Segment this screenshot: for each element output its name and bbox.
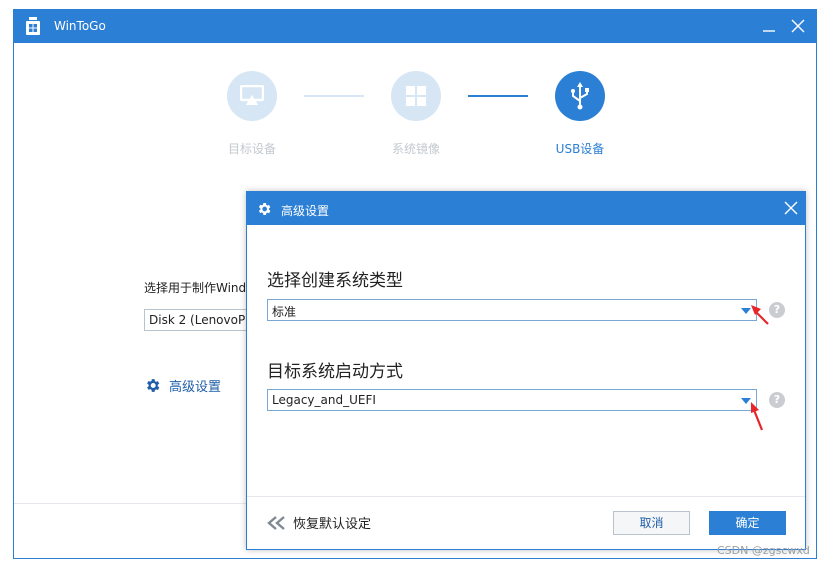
app-logo-icon	[26, 17, 40, 35]
app-title: WinToGo	[54, 19, 106, 33]
gear-icon	[147, 379, 160, 392]
step-system-image: 系统镜像	[376, 71, 456, 157]
restore-defaults-button[interactable]: 恢复默认设定	[267, 513, 371, 532]
watermark: CSDN @zgscwxd	[717, 544, 810, 557]
boot-mode-value: Legacy_and_UEFI	[272, 393, 376, 407]
annotation-arrow-icon	[751, 402, 764, 431]
boot-mode-select[interactable]: Legacy_and_UEFI	[267, 389, 757, 411]
title-bar[interactable]: WinToGo	[14, 10, 816, 43]
system-type-value: 标准	[272, 305, 297, 319]
step-connector	[468, 95, 528, 97]
usb-disk-select[interactable]: Disk 2 (LenovoPS6 P	[144, 309, 254, 331]
double-chevron-left-icon	[267, 515, 285, 530]
advanced-settings-label: 高级设置	[169, 380, 222, 395]
cancel-button[interactable]: 取消	[613, 511, 690, 535]
dialog-title-bar[interactable]: 高级设置	[247, 192, 805, 225]
usb-icon	[555, 71, 605, 121]
step-target-device: 目标设备	[212, 71, 292, 157]
monitor-icon	[227, 71, 277, 121]
step-connector	[304, 95, 364, 97]
gear-icon	[258, 203, 271, 215]
windows-logo-icon	[391, 71, 441, 121]
help-icon[interactable]: ?	[769, 392, 785, 408]
ok-button[interactable]: 确定	[709, 511, 786, 535]
dialog-footer-divider	[247, 496, 805, 497]
advanced-settings-link[interactable]: 高级设置	[144, 376, 221, 395]
restore-defaults-label: 恢复默认设定	[293, 517, 372, 532]
step-label: 系统镜像	[391, 142, 440, 156]
step-label: 目标设备	[227, 142, 276, 156]
boot-mode-heading: 目标系统启动方式	[267, 362, 403, 382]
close-icon[interactable]	[789, 17, 807, 35]
minimize-icon[interactable]	[761, 19, 777, 35]
usb-select-label: 选择用于制作Windows	[144, 281, 246, 295]
system-type-select[interactable]: 标准	[267, 299, 757, 321]
step-usb-device: USB设备	[540, 71, 620, 157]
footer-divider	[14, 503, 246, 504]
dialog-title: 高级设置	[281, 204, 330, 218]
close-icon[interactable]	[783, 200, 799, 216]
system-type-heading: 选择创建系统类型	[267, 271, 403, 291]
advanced-settings-dialog: 高级设置 选择创建系统类型 标准 ? 目标系统启动方式 Legacy_and_U…	[246, 191, 806, 550]
step-label: USB设备	[555, 142, 605, 156]
annotation-arrow-icon	[751, 305, 769, 325]
